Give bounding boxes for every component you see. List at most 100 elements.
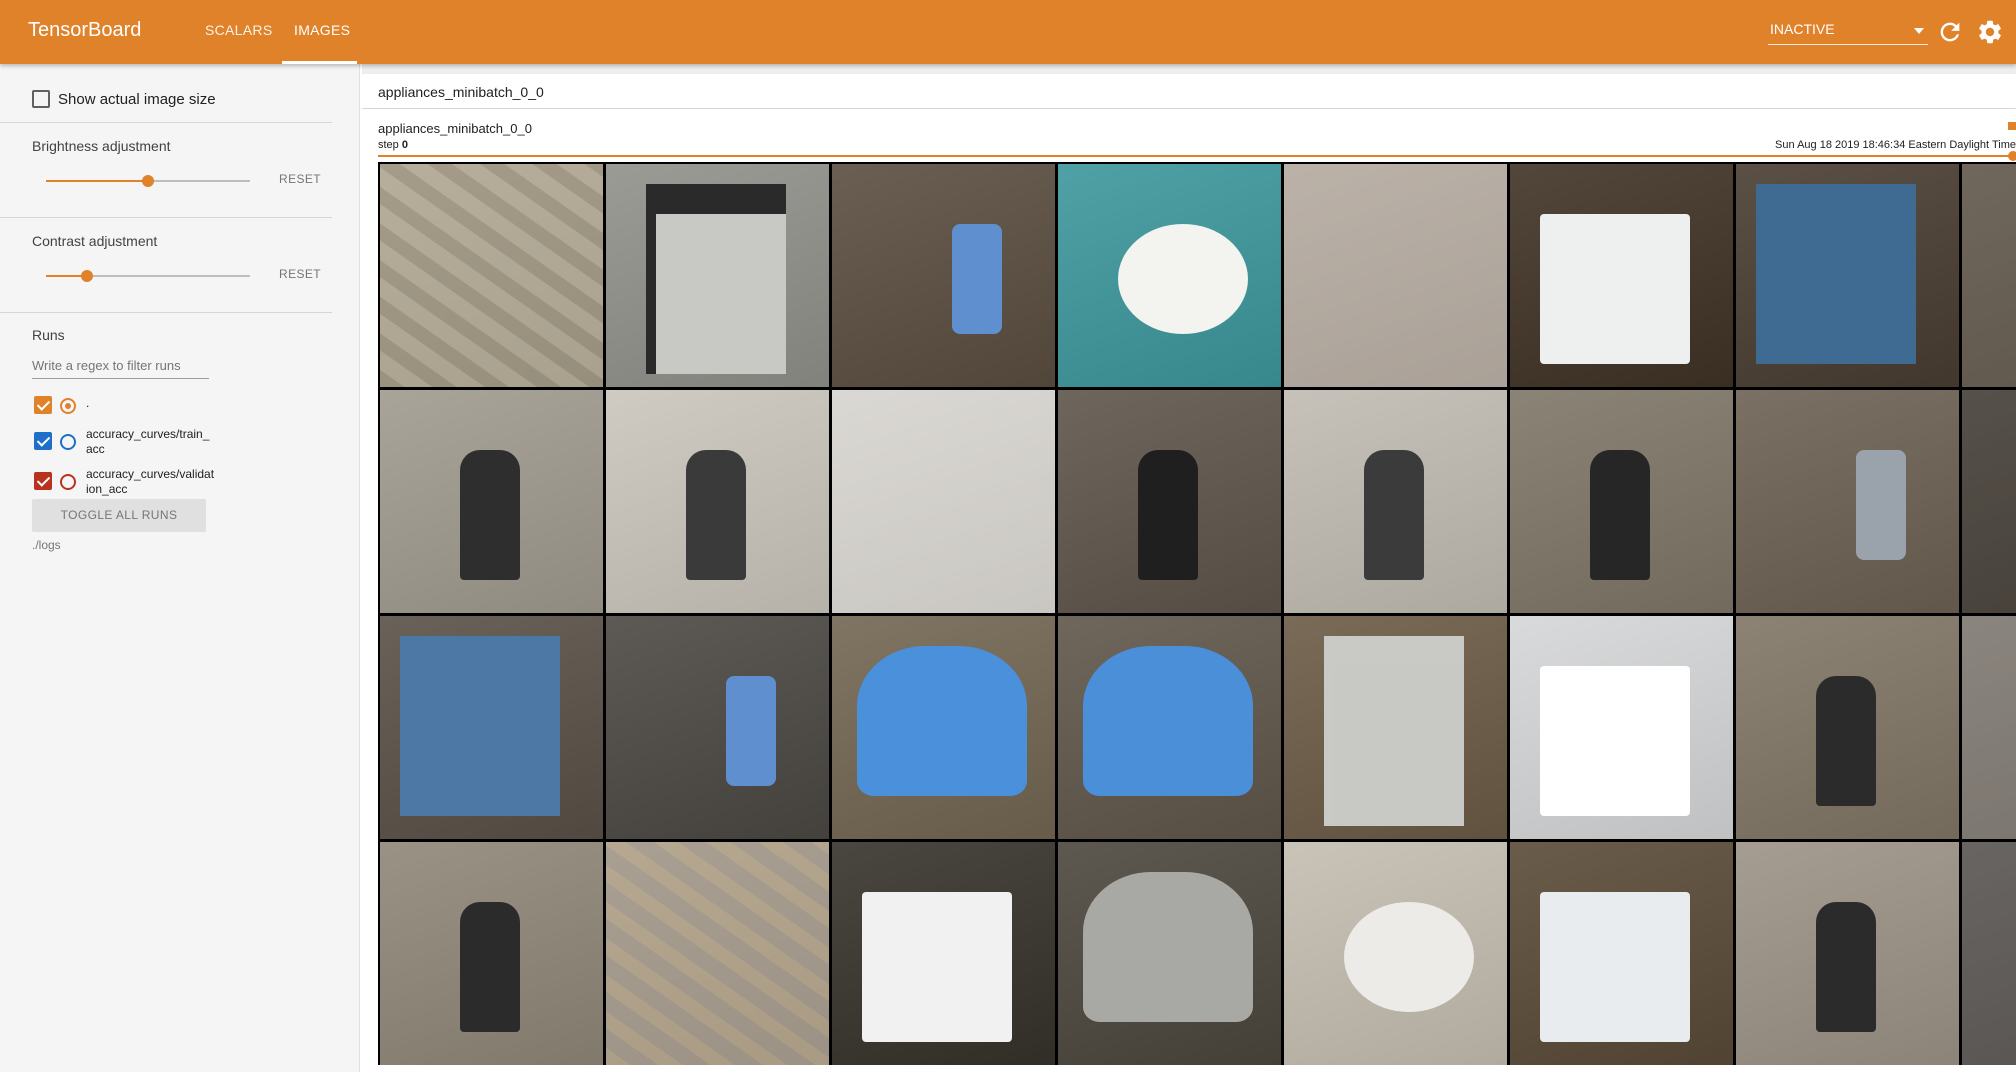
image-tag-name: appliances_minibatch_0_0 — [378, 121, 532, 136]
image-content — [646, 184, 786, 374]
image-tile — [380, 616, 603, 839]
image-tile — [832, 390, 1055, 613]
gear-icon — [1979, 20, 2001, 44]
tab-images[interactable]: IMAGES — [294, 22, 350, 38]
show-actual-size-label: Show actual image size — [58, 91, 216, 108]
image-content — [1816, 676, 1876, 806]
divider — [0, 122, 332, 123]
contrast-title: Contrast adjustment — [32, 233, 158, 249]
image-content — [1540, 214, 1690, 364]
slider-fill — [46, 180, 148, 182]
run-color-indicator[interactable] — [60, 474, 76, 490]
image-content — [380, 164, 603, 387]
image-content — [726, 676, 776, 786]
run-color-indicator[interactable] — [60, 434, 76, 450]
image-tile — [1736, 164, 1959, 387]
step-value: 0 — [401, 139, 408, 151]
run-checkbox[interactable] — [34, 432, 52, 450]
image-tile — [1058, 616, 1281, 839]
image-card: appliances_minibatch_0_0 step 0 Sun Aug … — [362, 109, 2016, 1072]
image-tile — [832, 616, 1055, 839]
step-indicator: step 0 — [378, 139, 408, 151]
image-tile — [1510, 842, 1733, 1065]
image-content — [1083, 646, 1253, 796]
slider-knob[interactable] — [142, 175, 154, 187]
image-tile — [1058, 164, 1281, 387]
brightness-slider[interactable] — [46, 171, 250, 191]
image-tile — [1962, 390, 2016, 613]
contrast-reset-button[interactable]: RESET — [279, 267, 321, 281]
image-tile — [606, 164, 829, 387]
image-content — [862, 892, 1012, 1042]
toggle-all-runs-button[interactable]: TOGGLE ALL RUNS — [32, 499, 206, 532]
image-content — [1364, 450, 1424, 580]
divider — [0, 217, 332, 218]
slider-knob[interactable] — [80, 270, 93, 282]
step-label: step — [378, 139, 399, 151]
image-content — [1083, 872, 1253, 1022]
image-content — [1118, 224, 1248, 334]
image-content — [460, 450, 520, 580]
run-name: accuracy_curves/train_acc — [86, 427, 210, 456]
image-content — [1540, 666, 1690, 816]
image-tile — [606, 616, 829, 839]
image-content — [857, 646, 1027, 796]
image-grid[interactable] — [378, 162, 2016, 1065]
run-status-value: INACTIVE — [1770, 21, 1835, 37]
settings-button[interactable] — [1976, 18, 2004, 46]
run-name: . — [86, 396, 90, 410]
image-tile — [1962, 616, 2016, 839]
image-tile — [1510, 390, 1733, 613]
runs-title: Runs — [32, 327, 65, 343]
brightness-title: Brightness adjustment — [32, 138, 171, 154]
chevron-down-icon — [1914, 28, 1924, 34]
image-tile — [1284, 616, 1507, 839]
image-tile — [380, 164, 603, 387]
image-content — [686, 450, 746, 580]
image-content — [1962, 842, 2016, 1065]
step-slider[interactable] — [378, 155, 2016, 157]
contrast-slider[interactable] — [46, 266, 250, 286]
image-content — [1756, 184, 1916, 364]
image-tile — [606, 390, 829, 613]
image-content — [1540, 892, 1690, 1042]
image-tile — [832, 164, 1055, 387]
image-content — [1962, 164, 2016, 387]
run-checkbox[interactable] — [34, 472, 52, 490]
image-tile — [1962, 842, 2016, 1065]
image-content — [952, 224, 1002, 334]
image-tile — [380, 390, 603, 613]
image-content — [1816, 902, 1876, 1032]
image-content — [1138, 450, 1198, 580]
app-title: TensorBoard — [28, 19, 142, 41]
image-tile — [1736, 616, 1959, 839]
run-checkbox[interactable] — [34, 396, 52, 414]
tab-scalars[interactable]: SCALARS — [205, 22, 272, 38]
run-color-marker — [2008, 122, 2016, 130]
image-tile — [1510, 164, 1733, 387]
tag-group-title: appliances_minibatch_0_0 — [378, 84, 544, 100]
image-tile — [832, 842, 1055, 1065]
reload-button[interactable] — [1936, 18, 1964, 46]
run-status-dropdown[interactable]: INACTIVE — [1768, 20, 1928, 45]
log-directory: ./logs — [32, 538, 61, 552]
image-tile — [1284, 842, 1507, 1065]
image-tile — [1510, 616, 1733, 839]
image-content — [1324, 636, 1464, 826]
image-tile — [1058, 842, 1281, 1065]
step-slider-knob[interactable] — [2008, 151, 2016, 161]
image-tile — [1736, 390, 1959, 613]
image-content — [460, 902, 520, 1032]
toolbar: TensorBoard SCALARS IMAGES INACTIVE — [0, 0, 2016, 64]
checkbox-box[interactable] — [32, 90, 50, 108]
run-filter-input[interactable] — [32, 352, 209, 379]
brightness-reset-button[interactable]: RESET — [279, 172, 321, 186]
refresh-icon — [1940, 22, 1960, 42]
run-color-indicator[interactable] — [60, 398, 76, 414]
tag-group-header[interactable]: appliances_minibatch_0_0 — [362, 74, 2016, 108]
image-content — [400, 636, 560, 816]
run-name: accuracy_curves/validation_acc — [86, 467, 215, 496]
image-content — [1962, 616, 2016, 839]
image-content — [1344, 902, 1474, 1012]
image-tile — [1736, 842, 1959, 1065]
